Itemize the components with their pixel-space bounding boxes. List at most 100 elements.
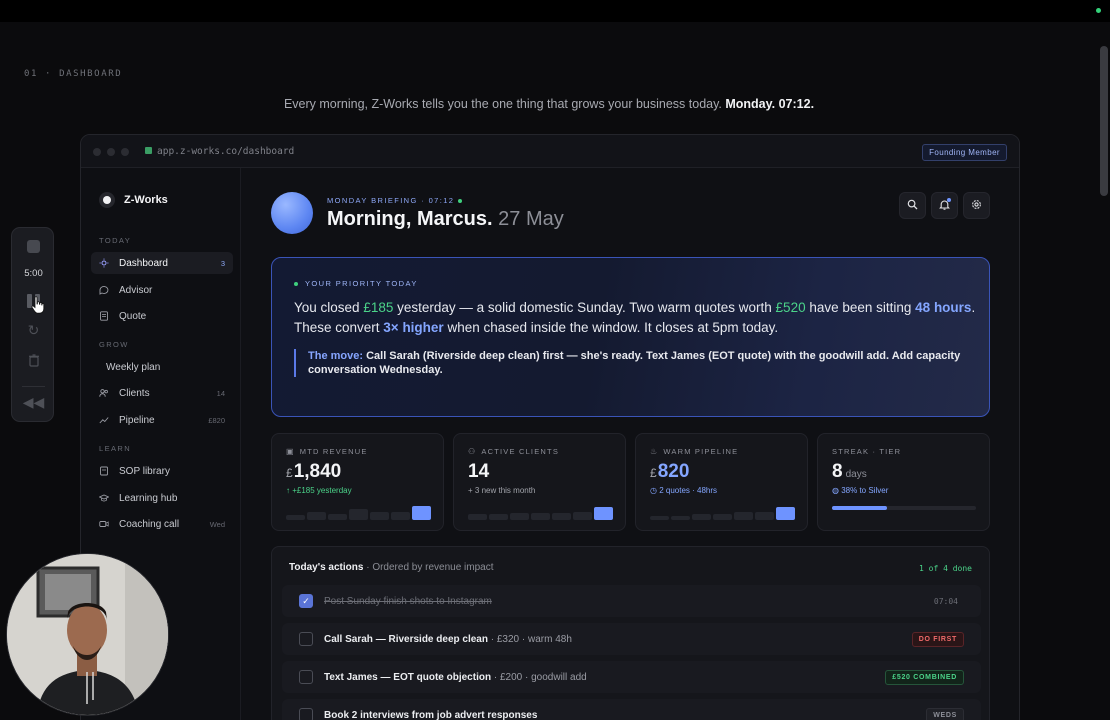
sparkline-bar <box>713 514 732 520</box>
checkbox[interactable] <box>299 708 313 720</box>
checkbox[interactable]: ✓ <box>299 594 313 608</box>
sparkline-bar <box>734 512 753 520</box>
stat-value: £820 <box>650 461 690 482</box>
stat-value: £1,840 <box>286 461 342 482</box>
window-close-dot[interactable] <box>93 148 101 156</box>
browser-window: app.z-works.co/dashboard Founding Member… <box>80 134 1020 720</box>
action-time: 07:04 <box>933 596 958 606</box>
search-button[interactable] <box>899 192 926 219</box>
checkbox[interactable] <box>299 670 313 684</box>
address-bar[interactable]: app.z-works.co/dashboard <box>145 146 294 157</box>
document-icon <box>99 311 109 321</box>
trend-up-icon <box>99 415 109 425</box>
window-maximize-dot[interactable] <box>121 148 129 156</box>
stat-sub: + 3 new this month <box>468 486 536 495</box>
search-icon <box>907 199 918 213</box>
sidebar-item-count: £820 <box>208 415 225 425</box>
sidebar-item-sop-library[interactable]: SOP library <box>91 460 233 482</box>
stat-sub: ↑ +£185 yesterday <box>286 486 352 495</box>
action-row[interactable]: Text James — EOT quote objection · £200 … <box>282 661 981 693</box>
tagline-emphasis: Monday. 07:12. <box>725 97 815 111</box>
lock-icon <box>145 147 152 154</box>
day-badge: WEDS <box>926 707 964 720</box>
rewind-icon[interactable]: ◀◀ <box>12 394 55 411</box>
stat-card-active-clients[interactable]: ⚇ ACTIVE CLIENTS 14 + 3 new this month <box>453 433 626 531</box>
video-icon <box>99 519 109 529</box>
mouse-pointer-icon <box>31 296 45 314</box>
sidebar-item-clients[interactable]: Clients 14 <box>91 382 233 404</box>
checkbox[interactable] <box>299 632 313 646</box>
amount-yesterday: £185 <box>363 300 394 315</box>
sidebar-item-label: Weekly plan <box>106 361 161 373</box>
action-text: Text James — EOT quote objection · £200 … <box>324 671 587 683</box>
divider <box>22 386 45 387</box>
users-icon: ⚇ <box>468 447 477 456</box>
action-row[interactable]: Call Sarah — Riverside deep clean · £320… <box>282 623 981 655</box>
sparkline-bar <box>755 512 774 520</box>
settings-button[interactable] <box>963 192 990 219</box>
sparkline-bar <box>552 513 571 520</box>
briefing-label-text: MONDAY BRIEFING · 07:12 <box>327 196 455 205</box>
stat-card-mtd-revenue[interactable]: ▣ MTD REVENUE £1,840 ↑ +£185 yesterday <box>271 433 444 531</box>
avatar[interactable] <box>271 192 313 234</box>
sidebar-item-weekly-plan[interactable]: Weekly plan <box>91 356 233 378</box>
sparkline-bar <box>370 512 389 520</box>
window-minimize-dot[interactable] <box>107 148 115 156</box>
scrollbar[interactable] <box>1098 22 1110 720</box>
scrollbar-thumb[interactable] <box>1100 46 1108 196</box>
check-icon: ✓ <box>302 595 310 606</box>
tier-progress-bar <box>832 506 976 510</box>
move-text: Call Sarah (Riverside deep clean) first … <box>308 350 961 376</box>
action-text: Book 2 interviews from job advert respon… <box>324 709 538 720</box>
sparkline <box>468 504 613 520</box>
sidebar-item-learning-hub[interactable]: Learning hub <box>91 487 233 509</box>
status-dot <box>1096 8 1101 13</box>
stat-card-streak-tier[interactable]: STREAK · TIER 8 days ◍ 38% to Silver <box>817 433 990 531</box>
stop-icon[interactable] <box>27 240 40 253</box>
action-row[interactable]: ✓ Post Sunday finish shots to Instagram … <box>282 585 981 617</box>
notifications-button[interactable] <box>931 192 958 219</box>
nav-heading-today: TODAY <box>99 236 132 245</box>
stat-card-warm-pipeline[interactable]: ♨ WARM PIPELINE £820 ◷ 2 quotes · 48hrs <box>635 433 808 531</box>
sidebar-item-label: Quote <box>119 310 147 322</box>
webcam-overlay <box>6 553 169 716</box>
webcam-feed <box>7 554 168 715</box>
restart-icon[interactable]: ↻ <box>12 322 55 339</box>
greeting-date: 27 May <box>498 208 564 230</box>
sparkline <box>286 504 431 520</box>
brand[interactable]: Z-Works <box>99 192 168 208</box>
trash-icon[interactable] <box>12 354 55 370</box>
sidebar-item-label: SOP library <box>119 465 170 477</box>
sparkline-bar <box>594 507 613 520</box>
url-text: app.z-works.co/dashboard <box>157 146 295 157</box>
founding-member-badge: Founding Member <box>922 144 1007 161</box>
sidebar-item-count: 3 <box>220 258 225 268</box>
sidebar-item-pipeline[interactable]: Pipeline £820 <box>91 409 233 431</box>
tier-progress-fill <box>832 506 887 510</box>
sparkline-bar <box>692 514 711 520</box>
move-label: The move: <box>308 350 364 362</box>
sidebar-item-quote[interactable]: Quote <box>91 305 233 327</box>
recording-timer: 5:00 <box>24 268 43 279</box>
action-row[interactable]: Book 2 interviews from job advert respon… <box>282 699 981 720</box>
multiplier-highlight: 3× higher <box>383 320 444 335</box>
sparkline <box>650 504 795 520</box>
todays-actions-panel: Today's actions · Ordered by revenue imp… <box>271 546 990 720</box>
sidebar-item-coaching-call[interactable]: Coaching call Wed <box>91 513 233 535</box>
sidebar-item-count: Wed <box>209 519 225 529</box>
nav-heading-grow: GROW <box>99 340 129 349</box>
stat-sub: ◷ 2 quotes · 48hrs <box>650 486 718 495</box>
live-dot-icon <box>458 199 463 204</box>
sidebar-item-advisor[interactable]: Advisor <box>91 279 233 301</box>
top-bar <box>0 0 1110 22</box>
action-text: Call Sarah — Riverside deep clean · £320… <box>324 633 572 645</box>
main-content: MONDAY BRIEFING · 07:12 Morning, Marcus.… <box>241 168 1019 720</box>
sidebar-item-dashboard[interactable]: Dashboard 3 <box>91 252 233 274</box>
notification-dot <box>947 198 951 202</box>
amount-warm-quotes: £520 <box>775 300 806 315</box>
tagline-text: Every morning, Z-Works tells you the one… <box>283 97 726 111</box>
value-badge: £520 COMBINED <box>885 669 964 685</box>
actions-title: Today's actions · Ordered by revenue imp… <box>289 562 494 573</box>
sparkline-bar <box>349 509 368 520</box>
sidebar-item-label: Coaching call <box>119 518 180 530</box>
